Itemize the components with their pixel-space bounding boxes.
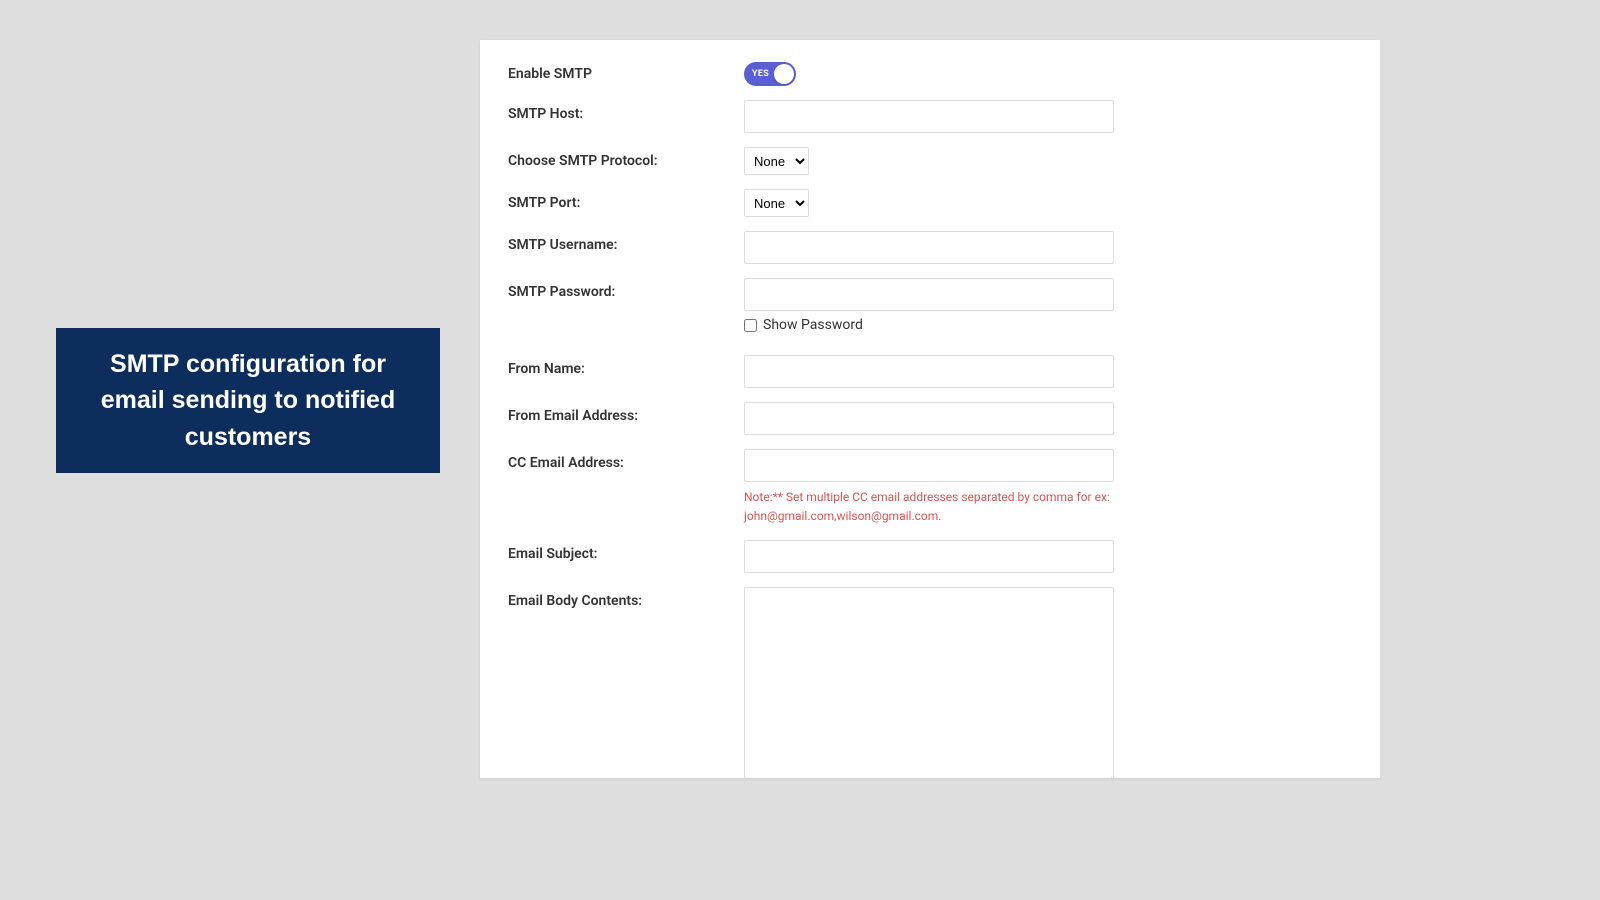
row-smtp-port: SMTP Port: None (508, 189, 1352, 217)
label-smtp-protocol: Choose SMTP Protocol: (508, 147, 744, 169)
label-enable-smtp: Enable SMTP (508, 60, 744, 82)
callout-text: SMTP configuration for email sending to … (101, 350, 395, 451)
row-email-body: Email Body Contents: (508, 587, 1352, 778)
smtp-settings-panel: Enable SMTP YES SMTP Host: Choose SMTP P… (480, 40, 1380, 778)
textarea-email-body[interactable] (744, 587, 1114, 778)
input-smtp-password[interactable] (744, 278, 1114, 311)
label-email-subject: Email Subject: (508, 540, 744, 562)
label-from-email: From Email Address: (508, 402, 744, 424)
input-from-email[interactable] (744, 402, 1114, 435)
toggle-label-yes: YES (752, 69, 769, 79)
label-smtp-host: SMTP Host: (508, 100, 744, 122)
row-smtp-host: SMTP Host: (508, 100, 1352, 133)
row-smtp-protocol: Choose SMTP Protocol: None (508, 147, 1352, 175)
label-from-name: From Name: (508, 355, 744, 377)
row-cc-email: CC Email Address: Note:** Set multiple C… (508, 449, 1352, 526)
row-from-email: From Email Address: (508, 402, 1352, 435)
checkbox-show-password[interactable] (744, 319, 757, 332)
row-smtp-password: SMTP Password: Show Password (508, 278, 1352, 345)
row-from-name: From Name: (508, 355, 1352, 388)
toggle-knob (774, 64, 794, 84)
label-smtp-password: SMTP Password: (508, 278, 744, 300)
select-smtp-port[interactable]: None (744, 189, 809, 217)
label-email-body: Email Body Contents: (508, 587, 744, 609)
input-cc-email[interactable] (744, 449, 1114, 482)
callout-box: SMTP configuration for email sending to … (56, 328, 440, 473)
row-enable-smtp: Enable SMTP YES (508, 60, 1352, 86)
label-cc-email: CC Email Address: (508, 449, 744, 471)
label-smtp-username: SMTP Username: (508, 231, 744, 253)
note-cc-email: Note:** Set multiple CC email addresses … (744, 488, 1114, 526)
input-from-name[interactable] (744, 355, 1114, 388)
row-email-subject: Email Subject: (508, 540, 1352, 573)
select-smtp-protocol[interactable]: None (744, 147, 809, 175)
input-smtp-username[interactable] (744, 231, 1114, 264)
label-show-password: Show Password (763, 317, 863, 333)
input-email-subject[interactable] (744, 540, 1114, 573)
input-smtp-host[interactable] (744, 100, 1114, 133)
row-smtp-username: SMTP Username: (508, 231, 1352, 264)
label-smtp-port: SMTP Port: (508, 189, 744, 211)
toggle-enable-smtp[interactable]: YES (744, 62, 796, 86)
show-password-row: Show Password (744, 317, 1114, 333)
